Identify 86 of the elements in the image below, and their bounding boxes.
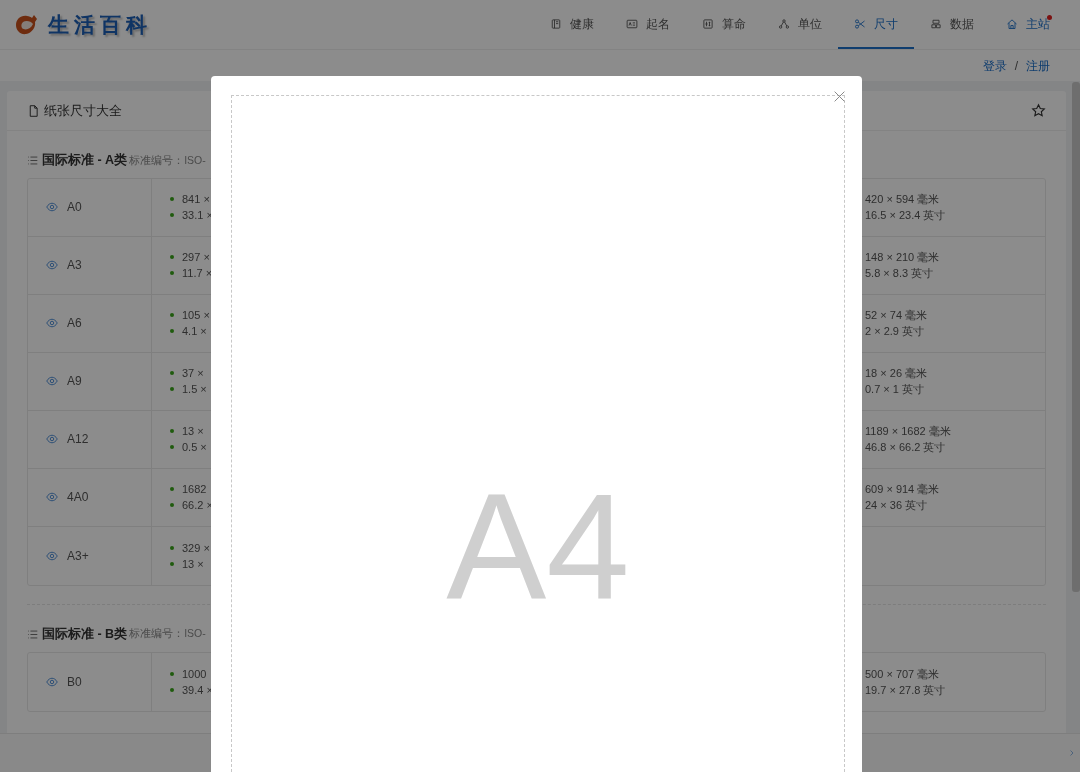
- nav-tab[interactable]: 单位: [762, 0, 838, 49]
- nav-tab[interactable]: 算命: [686, 0, 762, 49]
- home-icon: [1006, 17, 1018, 30]
- dimension-text: 13 ×: [182, 424, 204, 440]
- dimension-text: 11.7 ×: [182, 266, 213, 282]
- dimension-text: 420 × 594 毫米: [865, 192, 941, 208]
- site-logo-text[interactable]: 生活百科: [48, 8, 152, 41]
- dimension-text: 52 × 74 毫米: [865, 308, 929, 324]
- close-icon: [833, 90, 846, 103]
- dimension-text: 148 × 210 毫米: [865, 250, 941, 266]
- bullet-dot: [170, 487, 174, 492]
- eye-icon: [45, 549, 59, 562]
- document-icon: [27, 103, 40, 118]
- nav-tab[interactable]: 起名: [610, 0, 686, 49]
- paper-size-name[interactable]: 4A0: [67, 488, 89, 507]
- bullet-dot: [170, 429, 174, 434]
- list-icon: [27, 628, 38, 640]
- dimension-text: 1.5 ×: [182, 382, 207, 398]
- id-card-icon: [626, 17, 638, 30]
- dimension-text: 105 ×: [182, 308, 210, 324]
- paper-size-name[interactable]: A9: [67, 372, 82, 391]
- bullet-dot: [170, 545, 174, 550]
- eye-icon: [45, 491, 59, 504]
- eye-icon: [45, 317, 59, 330]
- dimension-text: 4.1 ×: [182, 324, 207, 340]
- nav-tab[interactable]: 健康: [534, 0, 610, 49]
- dimension-text: 37 ×: [182, 366, 204, 382]
- calculator-icon: [702, 17, 714, 30]
- bullet-dot: [170, 213, 174, 218]
- dimension-text: 841 ×: [182, 192, 210, 208]
- separator-text: /: [1014, 57, 1018, 75]
- dimension-text: 297 ×: [182, 250, 210, 266]
- eye-icon: [45, 375, 59, 388]
- list-icon: [27, 154, 38, 166]
- bullet-dot: [170, 687, 174, 692]
- dimension-text: 24 × 36 英寸: [865, 498, 929, 514]
- dimension-text: 609 × 914 毫米: [865, 482, 941, 498]
- bullet-dot: [170, 671, 174, 676]
- bullet-dot: [170, 313, 174, 318]
- bullet-dot: [170, 445, 174, 450]
- dimension-text: 0.5 ×: [182, 440, 207, 456]
- bullet-dot: [170, 255, 174, 260]
- scrollbar[interactable]: [1072, 82, 1080, 592]
- register-link[interactable]: 注册: [1026, 56, 1050, 75]
- bullet-dot: [170, 387, 174, 392]
- star-icon[interactable]: [1031, 103, 1046, 118]
- dimension-text: 5.8 × 8.3 英寸: [865, 266, 935, 282]
- paper-size-name[interactable]: A12: [67, 430, 89, 449]
- dimension-text: 329 ×: [182, 540, 210, 556]
- bullet-dot: [170, 371, 174, 376]
- bullet-dot: [170, 503, 174, 508]
- section-title: 国际标准 - B类: [42, 625, 128, 643]
- eye-icon: [45, 675, 59, 688]
- nav-link[interactable]: 主站: [990, 0, 1066, 49]
- paper-size-name[interactable]: B0: [67, 672, 82, 691]
- dimension-text: 500 × 707 毫米: [865, 666, 941, 682]
- bullet-dot: [170, 271, 174, 276]
- close-button[interactable]: [833, 90, 846, 103]
- dimension-text: 13 ×: [182, 556, 204, 572]
- dimension-text: 1000: [182, 666, 207, 682]
- paper-size-name[interactable]: A3+: [67, 546, 89, 565]
- dimension-text: 16.5 × 23.4 英寸: [865, 208, 947, 224]
- nav-tab[interactable]: 数据: [914, 0, 990, 49]
- eye-icon: [45, 433, 59, 446]
- dimension-text: 19.7 × 27.8 英寸: [865, 682, 947, 698]
- card-title: 纸张尺寸大全: [44, 101, 122, 120]
- dimension-text: 2 × 2.9 英寸: [865, 324, 925, 340]
- paper-size-name[interactable]: A6: [67, 314, 82, 333]
- bullet-dot: [170, 329, 174, 334]
- scissors-icon: [854, 17, 866, 30]
- dimension-text: 46.8 × 66.2 英寸: [865, 440, 947, 456]
- bullet-dot: [170, 197, 174, 202]
- dimension-text: 18 × 26 毫米: [865, 366, 929, 382]
- paper-size-name[interactable]: A3: [67, 256, 82, 275]
- bullet-dot: [170, 561, 174, 566]
- login-link[interactable]: 登录: [982, 56, 1007, 75]
- dimension-text: 1189 × 1682 毫米: [865, 424, 952, 440]
- nodes-icon: [778, 17, 790, 30]
- database-icon: [930, 17, 942, 30]
- dimension-text: 1682: [182, 482, 207, 498]
- paper-size-name[interactable]: A0: [67, 198, 82, 217]
- dimension-text: 0.7 × 1 英寸: [865, 382, 925, 398]
- book-icon: [550, 17, 562, 30]
- eye-icon: [45, 201, 59, 214]
- section-title: 国际标准 - A类: [42, 152, 128, 169]
- eye-icon: [45, 259, 59, 272]
